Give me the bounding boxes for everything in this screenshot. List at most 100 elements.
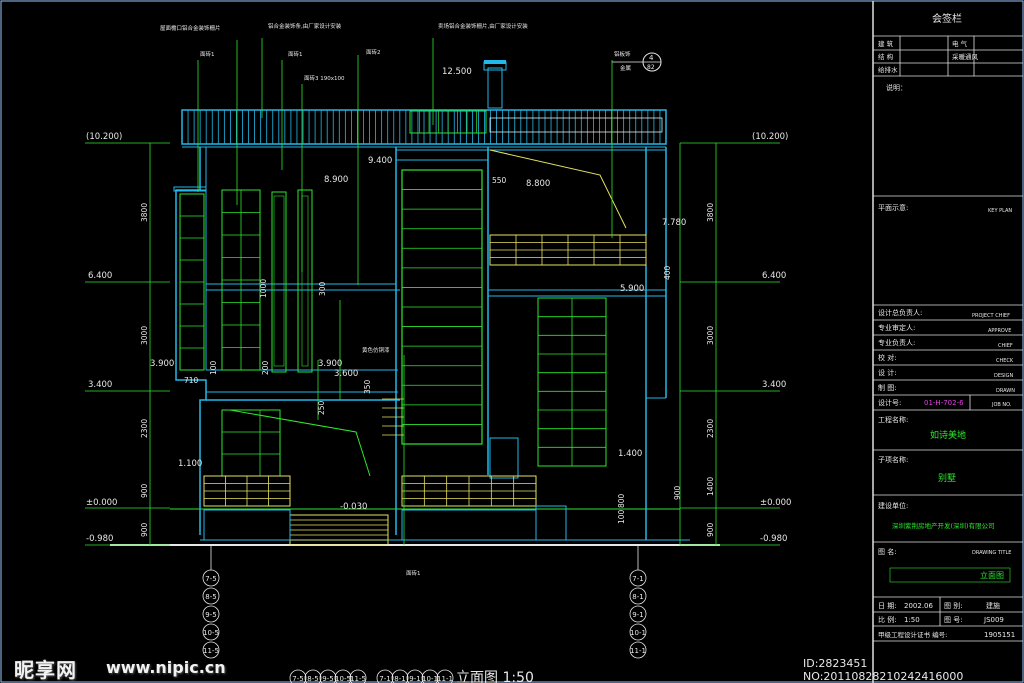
tb-discipline-label: 图 别:: [944, 601, 963, 610]
elev-int-7: 3.600: [334, 369, 358, 379]
tb-role-5: 制 图:: [878, 383, 897, 392]
detail-tag-num: 4: [649, 54, 654, 62]
annot-8: 黄色仿铜漆: [362, 346, 390, 354]
dim-misc-0: 550: [492, 176, 507, 185]
elev-int-4: 7.780: [662, 218, 686, 228]
dim-left-3: 900: [140, 483, 149, 498]
elev-int-5: 5.900: [620, 284, 644, 294]
tb-cert: 1905151: [984, 631, 1015, 639]
annot-3: 面砖2: [366, 48, 381, 56]
elev-right-0: (10.200): [752, 132, 788, 142]
tb-role-1: 专业审定人:: [878, 323, 915, 332]
tb-signoff-2-0: 给排水: [878, 65, 898, 74]
annot-7: 金属: [620, 64, 631, 72]
dim-right-0: 3800: [706, 203, 715, 222]
dim-right-1: 3000: [706, 326, 715, 345]
tb-role-4-en: DESIGN: [994, 373, 1014, 379]
elev-int-8: 1.400: [618, 449, 642, 459]
tb-role-1-en: APPROVE: [988, 328, 1011, 334]
elev-left-5: -0.980: [86, 534, 113, 544]
axis-bottom-6-label: 8-1: [394, 675, 405, 683]
axis-bottom-3-label: 10-5: [335, 675, 351, 683]
elev-right-4: -0.980: [760, 534, 787, 544]
dim-misc-5: 350: [363, 379, 372, 394]
tb-project-label: 工程名称:: [878, 415, 908, 424]
elevation-labels: (10.200) 6.400 3.900 3.400 ±0.000 -0.980…: [86, 67, 791, 544]
dim-left-4: 900: [140, 522, 149, 537]
tb-client: 深圳紫荆房地产开发(深圳)有限公司: [892, 521, 995, 530]
dim-misc-1: 400: [663, 265, 672, 280]
dim-left-0: 3800: [140, 203, 149, 222]
building-elevation: [110, 60, 720, 546]
tb-role-2: 专业负责人:: [878, 338, 915, 347]
tb-role-5-en: DRAWN: [996, 388, 1015, 394]
tb-scale-label: 比 例:: [878, 615, 897, 624]
elev-left-4: ±0.000: [86, 498, 117, 508]
axis-bottom-2-label: 9-5: [322, 675, 333, 683]
dim-left-2: 2300: [140, 419, 149, 438]
tb-cert-label: 甲级工程设计证书 编号:: [878, 630, 947, 639]
annot-1: 铝合金装饰条,由厂家设计安装: [268, 22, 342, 30]
tb-drawing-name-en: DRAWING TITLE: [972, 550, 1011, 556]
dim-misc-7: 200: [261, 360, 270, 375]
axis-left-3-label: 10-5: [203, 629, 219, 637]
axis-left-2-label: 9-5: [205, 611, 216, 619]
tb-role-3: 校 对:: [878, 353, 897, 362]
tb-keyplan-label: 平面示意:: [878, 203, 908, 212]
tb-signoff-1-1: 采暖通风: [952, 52, 979, 61]
dim-right-3: 1400: [706, 477, 715, 496]
axis-left-0-label: 7-5: [205, 575, 216, 583]
dim-misc-3: 1000: [259, 279, 268, 298]
detail-tag-sheet: 82: [647, 64, 655, 71]
tb-sheet-label: 图 号:: [944, 616, 963, 624]
tb-scale: 1:50: [904, 616, 920, 624]
annot-2: 面砖1: [200, 50, 215, 58]
watermark-brand: 昵享网: [14, 658, 77, 682]
tb-role-0: 设计总负责人:: [878, 308, 922, 317]
tb-notes-label: 说明：: [886, 83, 907, 92]
dim-misc-6: 100: [209, 360, 218, 375]
tb-signoff-0-1: 电 气: [952, 39, 968, 48]
axis-bottom-5-label: 7-1: [379, 675, 390, 683]
dim-misc-4: 300: [318, 281, 327, 296]
dim-right-2: 2300: [706, 419, 715, 438]
elev-int-2: 8.900: [324, 175, 348, 185]
drawing-title: 立面图 1:50: [456, 670, 534, 683]
cad-elevation-drawing: (10.200) 6.400 3.900 3.400 ±0.000 -0.980…: [0, 0, 1024, 683]
tb-date-label: 日 期:: [878, 602, 897, 610]
tb-subproject-label: 子项名称:: [878, 455, 908, 464]
tb-signoff-1-0: 结 构: [878, 52, 894, 61]
axis-bottom-7-label: 9-1: [409, 675, 420, 683]
tb-role-6: 设计号:: [878, 398, 901, 407]
elev-int-3: 8.800: [526, 179, 550, 189]
dim-misc-8: 250: [317, 400, 326, 415]
elev-int-1: 9.400: [368, 156, 392, 166]
dim-left-1: 3000: [140, 326, 149, 345]
tb-drawing-name: 立面图: [980, 570, 1004, 580]
axis-bottom-1-label: 8-5: [307, 675, 318, 683]
tb-role-3-en: CHECK: [996, 358, 1014, 364]
watermark-id: ID:2823451 NO:20110828210242416000: [803, 657, 964, 683]
tb-signoff-0-0: 建 筑: [878, 39, 894, 48]
tb-role-4: 设 计:: [878, 368, 897, 377]
annot-6: 铝板饰: [614, 50, 631, 58]
elev-int-6: 3.900: [318, 359, 342, 369]
bottom-title: 立面图 1:50: [456, 670, 534, 683]
axis-right-2-label: 9-1: [632, 611, 643, 619]
axis-right-3-label: 10-1: [630, 629, 646, 637]
elev-left-0: (10.200): [86, 132, 122, 142]
dimension-labels: 3800 3000 2300 900 900 3800 3000 2300 14…: [140, 176, 715, 537]
elev-left-2: 3.900: [150, 359, 174, 369]
axis-left-4-label: 11-5: [203, 647, 219, 655]
elev-right-3: ±0.000: [760, 498, 791, 508]
axis-right-4-label: 11-1: [630, 647, 646, 655]
tb-sheet: JS009: [983, 616, 1004, 624]
elev-right-1: 6.400: [762, 271, 786, 281]
axis-bottom-0-label: 7-5: [292, 675, 303, 683]
annot-0: 屋面檐口铝合金装饰栅片: [160, 24, 221, 32]
tb-role-2-en: CHIEF: [998, 343, 1013, 349]
elev-left-3: 3.400: [88, 380, 112, 390]
annot-5: 卖场铝合金装饰栅片,由厂家设计安装: [438, 22, 528, 30]
axis-bottom-4-label: 11-5: [350, 675, 366, 683]
drawing-frame: [0, 0, 1024, 683]
